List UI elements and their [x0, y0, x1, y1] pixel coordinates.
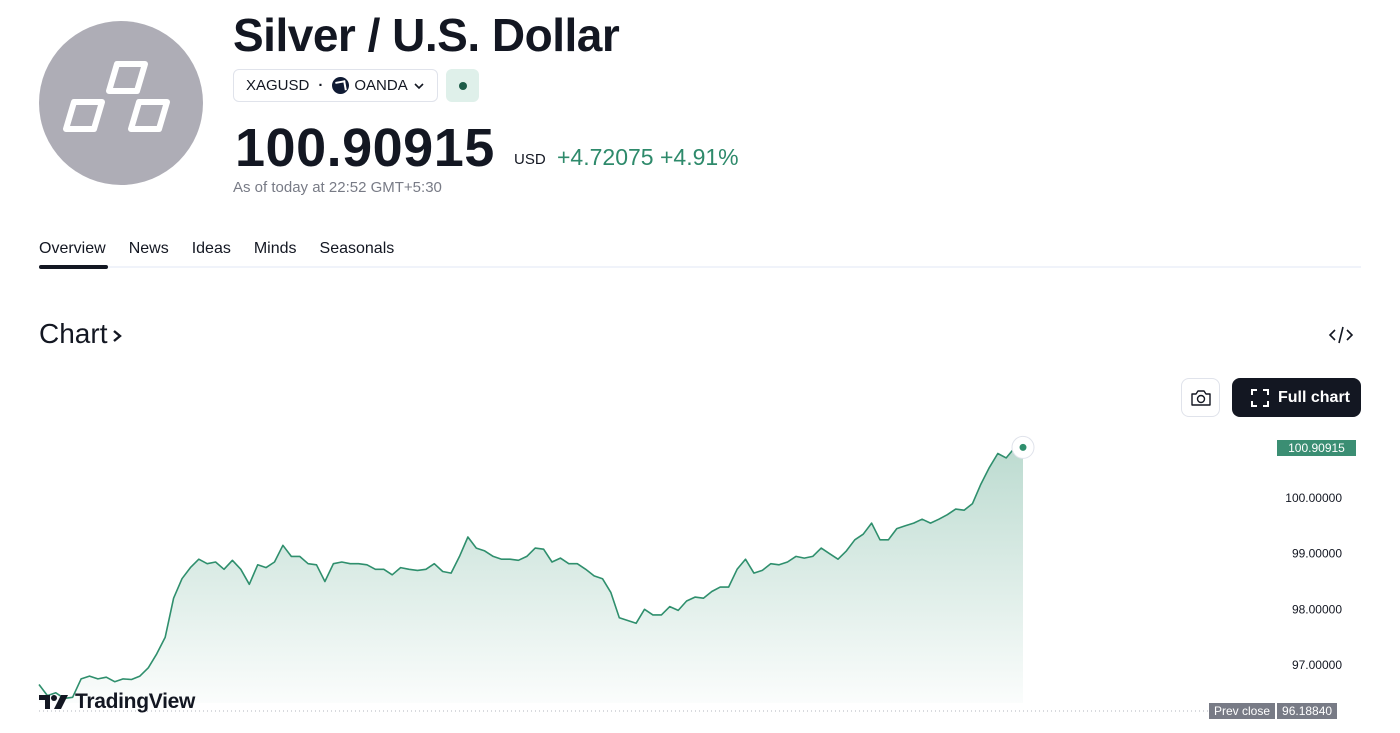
exchange-name: OANDA	[354, 77, 408, 94]
last-price-axis-label: 100.90915	[1277, 440, 1356, 456]
market-status-button[interactable]	[446, 69, 479, 102]
full-chart-label: Full chart	[1278, 388, 1351, 406]
chart-section-link[interactable]: Chart	[39, 318, 124, 350]
price-change-absolute: +4.72075	[557, 144, 654, 170]
y-axis-tick-label: 98.00000	[1292, 602, 1342, 616]
chevron-down-icon	[414, 82, 424, 89]
silver-bars-icon	[63, 61, 170, 132]
price-currency: USD	[514, 151, 546, 168]
y-axis-tick-label: 99.00000	[1292, 547, 1342, 561]
embed-code-icon[interactable]	[1326, 322, 1356, 348]
price-chart[interactable]: 100.00000 99.00000 98.00000 97.00000	[0, 420, 1400, 733]
price-area-fill	[39, 447, 1023, 703]
snapshot-button[interactable]	[1181, 378, 1220, 417]
oanda-logo-icon	[332, 77, 350, 94]
tab-ideas[interactable]: Ideas	[192, 240, 231, 268]
chevron-right-icon	[113, 330, 123, 342]
prev-close-text: Prev close	[1209, 703, 1276, 719]
live-status-icon	[459, 82, 467, 90]
tab-minds[interactable]: Minds	[254, 240, 297, 268]
separator-dot: ·	[318, 77, 324, 94]
tradingview-brand: TradingView	[75, 690, 196, 713]
symbol-exchange-selector[interactable]: XAGUSD · OANDA	[233, 69, 438, 102]
tradingview-logo[interactable]: TradingView	[39, 690, 195, 714]
tab-overview[interactable]: Overview	[39, 240, 106, 268]
chart-heading: Chart	[39, 318, 108, 349]
price-timestamp: As of today at 22:52 GMT+5:30	[233, 179, 442, 196]
camera-icon	[1190, 389, 1211, 406]
y-axis-tick-label: 97.00000	[1292, 658, 1342, 672]
price-change-percent: +4.91%	[659, 144, 739, 170]
prev-close-label: Prev close 96.18840	[1209, 703, 1339, 719]
fullscreen-icon	[1251, 388, 1269, 407]
last-point-marker	[1019, 443, 1027, 451]
price-change: +4.72075 +4.91%	[557, 144, 739, 171]
page-title: Silver / U.S. Dollar	[233, 9, 620, 61]
symbol-avatar	[39, 21, 203, 185]
tab-seasonals[interactable]: Seasonals	[320, 240, 395, 268]
full-chart-button[interactable]: Full chart	[1232, 378, 1361, 417]
prev-close-value: 96.18840	[1277, 703, 1338, 719]
symbol-ticker: XAGUSD	[246, 77, 310, 94]
y-axis-tick-label: 100.00000	[1285, 491, 1342, 505]
active-tab-indicator	[39, 265, 108, 269]
tradingview-logo-icon	[39, 695, 68, 709]
tab-bar: Overview News Ideas Minds Seasonals	[39, 240, 417, 268]
tab-news[interactable]: News	[129, 240, 169, 268]
last-price: 100.90915	[235, 118, 495, 178]
